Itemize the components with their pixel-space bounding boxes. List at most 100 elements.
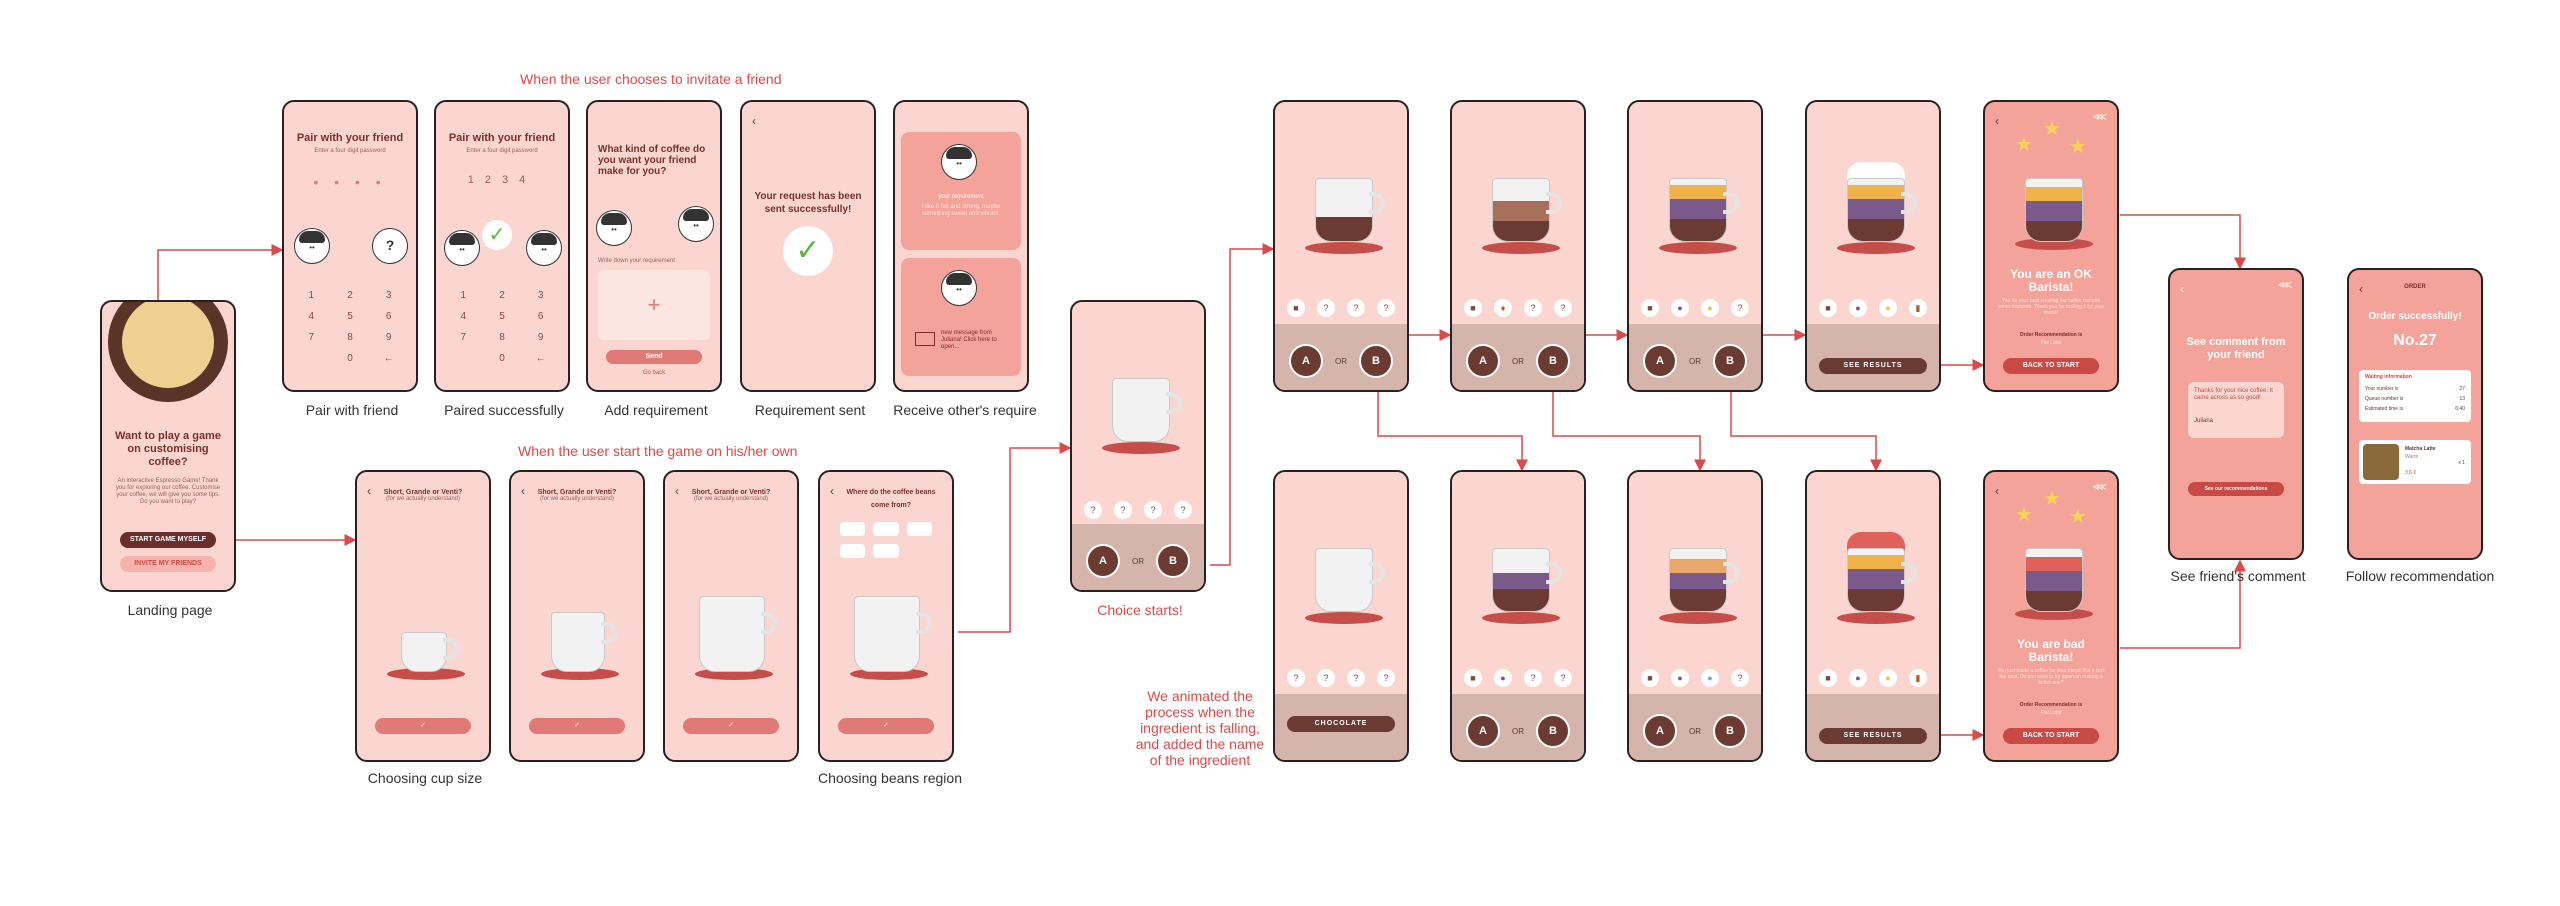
result-text: You just made a coffee for your friend! … <box>1997 668 2105 686</box>
or-label: OR <box>1512 727 1524 736</box>
friend-avatar-icon <box>941 144 977 180</box>
arrow-ok-to-comment <box>2120 214 2246 270</box>
layer-chocolate <box>1848 589 1904 611</box>
key[interactable]: 4 <box>444 311 483 322</box>
back-icon[interactable]: ‹ <box>2180 282 2184 296</box>
key[interactable]: 9 <box>521 332 560 343</box>
option-a-button[interactable]: A <box>1289 344 1323 378</box>
key[interactable]: 2 <box>331 290 370 301</box>
key[interactable]: 0 <box>331 353 370 364</box>
cup-handle <box>443 638 459 660</box>
chili-icon: ▮ <box>1909 669 1927 687</box>
layer-red <box>2026 557 2082 571</box>
share-icon[interactable]: ⋘ <box>2278 280 2292 291</box>
option-a-button[interactable]: A <box>1643 714 1677 748</box>
option-a-button[interactable]: A <box>1466 714 1500 748</box>
layer-chocolate <box>1848 219 1904 241</box>
option-b-button[interactable]: B <box>1713 344 1747 378</box>
back-icon[interactable]: ‹ <box>1995 484 1999 498</box>
star-icon: ★ <box>2015 504 2033 526</box>
key[interactable]: 7 <box>292 332 331 343</box>
key-backspace[interactable]: ← <box>521 353 560 364</box>
cup-handle <box>761 612 777 634</box>
screen-order: ‹ ORDER Order successfully! No.27 Waitin… <box>2347 268 2483 560</box>
option-b-button[interactable]: B <box>1156 544 1190 578</box>
key[interactable]: 2 <box>483 290 522 301</box>
cup <box>1669 178 1727 242</box>
back-icon[interactable]: ‹ <box>752 114 756 128</box>
confirm-button[interactable]: ✓ <box>375 718 471 734</box>
layer-chocolate <box>1670 589 1726 611</box>
option-a-button[interactable]: A <box>1466 344 1500 378</box>
slot: ? <box>1377 669 1395 687</box>
chocolate-icon: ■ <box>1819 299 1837 317</box>
slot: ? <box>1144 501 1162 519</box>
key[interactable]: 6 <box>521 311 560 322</box>
keypad[interactable]: 123 456 789 0 ← <box>444 290 560 364</box>
share-icon[interactable]: ⋘ <box>2093 112 2107 123</box>
sent-title: Your request has been sent successfully! <box>754 191 862 215</box>
message-card[interactable]: new message from Juliana! Click here to … <box>901 258 1021 376</box>
key[interactable]: 7 <box>444 332 483 343</box>
cup-handle <box>1901 192 1917 214</box>
region-icon[interactable] <box>840 522 866 536</box>
cup-handle <box>1723 192 1739 214</box>
keypad[interactable]: 123 456 789 0 ← <box>292 290 408 364</box>
berry-icon: ● <box>1671 299 1689 317</box>
slot: ? <box>1377 299 1395 317</box>
see-results-button[interactable]: SEE RESULTS <box>1819 358 1927 374</box>
region-icon[interactable] <box>840 544 866 558</box>
confirm-button[interactable]: ✓ <box>529 718 625 734</box>
key[interactable]: 4 <box>292 311 331 322</box>
ingredient-slots: ■ ● ● ▮ <box>1813 668 1933 688</box>
info-value: 27 <box>2459 386 2465 392</box>
option-b-button[interactable]: B <box>1359 344 1393 378</box>
send-button[interactable]: Send <box>606 350 702 364</box>
key-backspace[interactable]: ← <box>369 353 408 364</box>
back-icon[interactable]: ‹ <box>830 484 834 498</box>
see-recommendations-button[interactable]: See our recommendations <box>2188 482 2284 496</box>
key[interactable]: 1 <box>444 290 483 301</box>
slot: ? <box>1084 501 1102 519</box>
key[interactable]: 3 <box>369 290 408 301</box>
layer-chocolate <box>1493 589 1549 611</box>
requirement-input[interactable]: + <box>598 270 710 340</box>
option-a-button[interactable]: A <box>1086 544 1120 578</box>
recommendation-label: Order Recommendation is <box>2019 332 2083 338</box>
item-name: Matcha Latte <box>2405 446 2436 452</box>
back-icon[interactable]: ‹ <box>1995 114 1999 128</box>
key[interactable]: 0 <box>483 353 522 364</box>
key[interactable]: 1 <box>292 290 331 301</box>
option-b-button[interactable]: B <box>1536 344 1570 378</box>
key[interactable]: 8 <box>483 332 522 343</box>
recommendation-value: Flat Latte <box>2040 710 2062 716</box>
order-item-card: Matcha Latte Warm x 1 3,6 € <box>2359 440 2471 484</box>
invite-friends-button[interactable]: INVITE MY FRIENDS <box>120 556 216 572</box>
key[interactable]: 3 <box>521 290 560 301</box>
key[interactable]: 8 <box>331 332 370 343</box>
screen-result-ok: ‹ ⋘ ★ ★ ★ You are an OK Barista! You do … <box>1983 100 2119 392</box>
region-icon[interactable] <box>906 522 932 536</box>
confirm-button[interactable]: ✓ <box>683 718 779 734</box>
key[interactable]: 5 <box>331 311 370 322</box>
region-map-grid[interactable] <box>840 522 932 558</box>
option-b-button[interactable]: B <box>1713 714 1747 748</box>
cup <box>1847 548 1905 612</box>
addreq-title: What kind of coffee do you want your fri… <box>598 144 706 177</box>
layer-lemon <box>2026 187 2082 201</box>
region-icon[interactable] <box>873 544 899 558</box>
region-icon[interactable] <box>873 522 899 536</box>
option-b-button[interactable]: B <box>1536 714 1570 748</box>
share-icon[interactable]: ⋘ <box>2093 482 2107 493</box>
cinnamon-icon: ▮ <box>1909 299 1927 317</box>
go-back-link[interactable]: Go back <box>588 370 720 376</box>
start-game-button[interactable]: START GAME MYSELF <box>120 532 216 548</box>
back-to-start-button[interactable]: BACK TO START <box>2003 728 2099 744</box>
key[interactable]: 6 <box>369 311 408 322</box>
option-a-button[interactable]: A <box>1643 344 1677 378</box>
see-results-button[interactable]: SEE RESULTS <box>1819 728 1927 744</box>
back-to-start-button[interactable]: BACK TO START <box>2003 358 2099 374</box>
confirm-button[interactable]: ✓ <box>838 718 934 734</box>
key[interactable]: 9 <box>369 332 408 343</box>
key[interactable]: 5 <box>483 311 522 322</box>
